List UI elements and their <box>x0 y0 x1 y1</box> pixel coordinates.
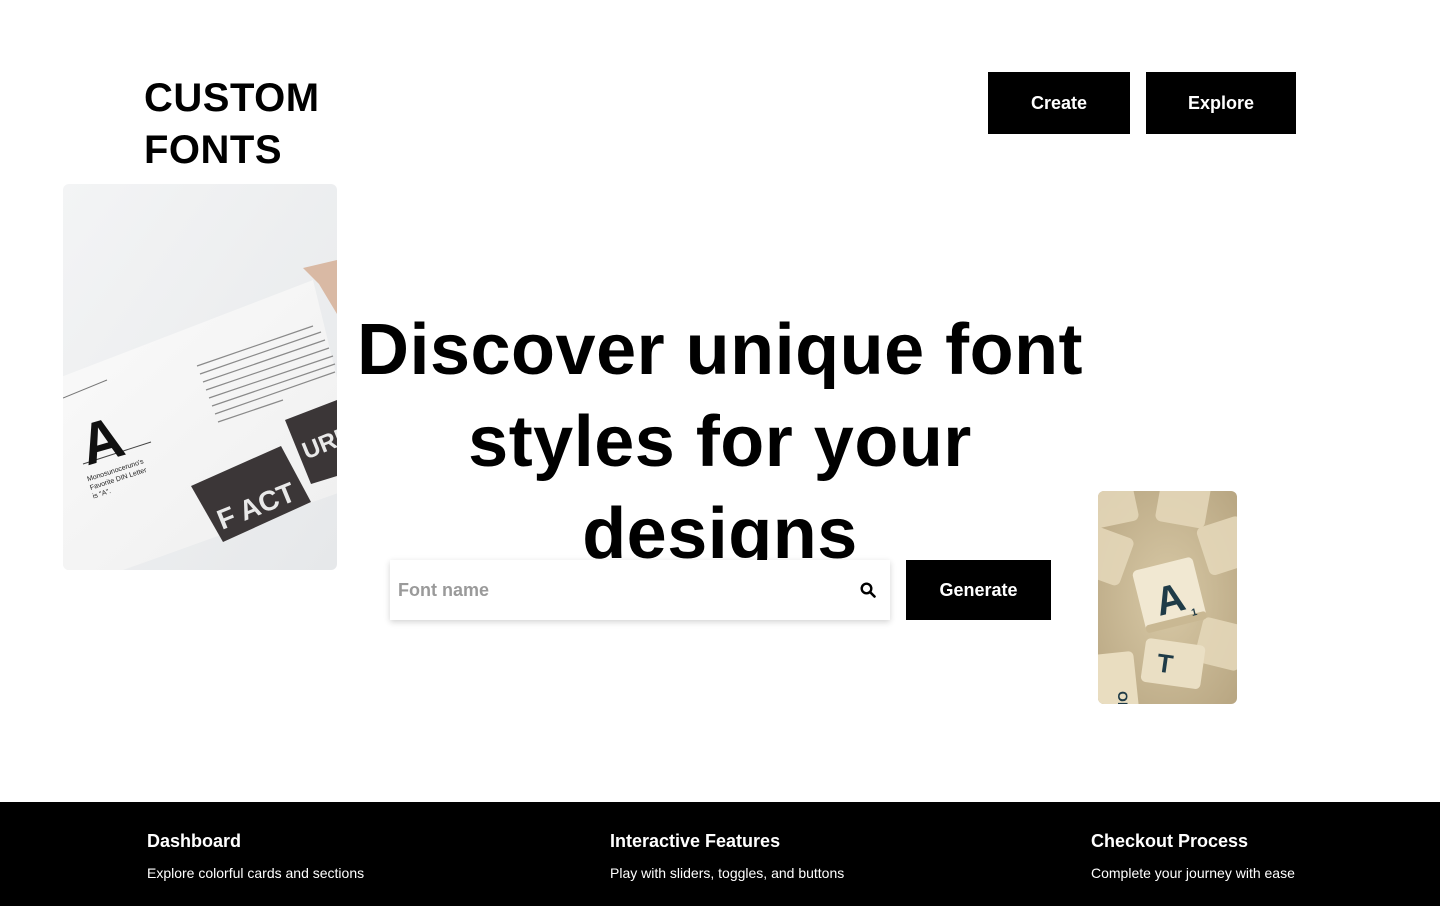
font-search-box <box>390 560 890 620</box>
footer-column-text: Explore colorful cards and sections <box>147 865 365 881</box>
logo-line-2: FONTS <box>144 128 283 172</box>
hero-title-line-2: styles for your designs <box>468 402 972 574</box>
font-name-input[interactable] <box>390 560 846 620</box>
logo-line-1: CUSTOM <box>144 76 320 120</box>
footer-column-title: Dashboard <box>147 831 242 851</box>
footer-column-title: Interactive Features <box>610 831 781 851</box>
footer-column-text: Play with sliders, toggles, and buttons <box>610 865 845 881</box>
generate-button[interactable]: Generate <box>906 560 1051 620</box>
explore-button[interactable]: Explore <box>1146 72 1296 134</box>
search-icon[interactable] <box>846 560 890 620</box>
page: CUSTOM FONTS Create Explore A Monosunoce… <box>0 0 1440 906</box>
hero-title: Discover unique font styles for your des… <box>340 304 1100 580</box>
hero-title-line-1: Discover unique font <box>356 310 1084 390</box>
footer-column-text: Complete your journey with ease <box>1091 865 1295 881</box>
letter-tiles-photo: A 1 T ORE <box>1098 491 1237 704</box>
footer-column-interactive-features[interactable]: Interactive Features Play with sliders, … <box>610 830 844 882</box>
footer-column-dashboard[interactable]: Dashboard Explore colorful cards and sec… <box>147 830 364 882</box>
svg-text:ORE: ORE <box>1115 691 1131 704</box>
magazine-photo: A Monosunoceruno's Favorite DIN Letter i… <box>63 184 337 570</box>
site-logo[interactable]: CUSTOM FONTS <box>144 72 320 176</box>
create-button[interactable]: Create <box>988 72 1130 134</box>
footer-column-title: Checkout Process <box>1091 831 1249 851</box>
footer-column-checkout-process[interactable]: Checkout Process Complete your journey w… <box>1091 830 1295 882</box>
footer: Dashboard Explore colorful cards and sec… <box>0 802 1440 906</box>
